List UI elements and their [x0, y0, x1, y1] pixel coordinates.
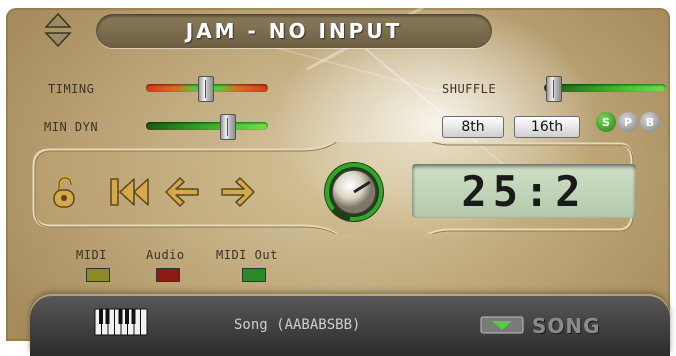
keyboard-icon[interactable] — [94, 308, 148, 336]
song-pattern-text: Song (AABABSBB) — [234, 317, 361, 333]
shuffle-slider-thumb[interactable] — [546, 76, 562, 102]
forward-arrow-icon[interactable] — [220, 176, 256, 208]
midi-out-indicator-label: MIDI Out — [216, 248, 278, 262]
audio-indicator-label: Audio — [146, 248, 185, 262]
min-dyn-slider-thumb[interactable] — [220, 114, 236, 140]
mode-title: JAM - NO INPUT — [185, 19, 403, 43]
back-arrow-icon[interactable] — [164, 176, 200, 208]
timing-label: TIMING — [48, 82, 95, 96]
position-display: 25:2 — [412, 164, 636, 218]
midi-indicator-label: MIDI — [76, 248, 107, 262]
s-toggle[interactable]: S — [596, 112, 616, 132]
shuffle-slider-track[interactable] — [544, 84, 666, 92]
dropdown-arrow-icon[interactable] — [480, 316, 524, 334]
tempo-knob[interactable] — [322, 160, 386, 224]
audio-led — [156, 268, 180, 282]
midi-out-led — [242, 268, 266, 282]
shuffle-label: SHUFFLE — [442, 82, 497, 96]
sixteenth-note-button[interactable]: 16th — [514, 116, 580, 138]
p-toggle[interactable]: P — [618, 112, 638, 132]
mode-title-display: JAM - NO INPUT — [96, 14, 492, 48]
min-dyn-slider-track[interactable] — [146, 122, 268, 130]
timing-slider-thumb[interactable] — [198, 76, 214, 102]
rewind-to-start-icon[interactable] — [108, 177, 150, 207]
b-toggle[interactable]: B — [640, 112, 660, 132]
song-mode-label[interactable]: SONG — [532, 314, 601, 338]
up-down-arrows-icon[interactable] — [44, 12, 72, 48]
midi-led — [86, 268, 110, 282]
position-readout: 25:2 — [461, 166, 587, 216]
lock-icon[interactable] — [52, 176, 78, 210]
min-dyn-label: MIN DYN — [44, 120, 99, 134]
eighth-note-button[interactable]: 8th — [442, 116, 504, 138]
